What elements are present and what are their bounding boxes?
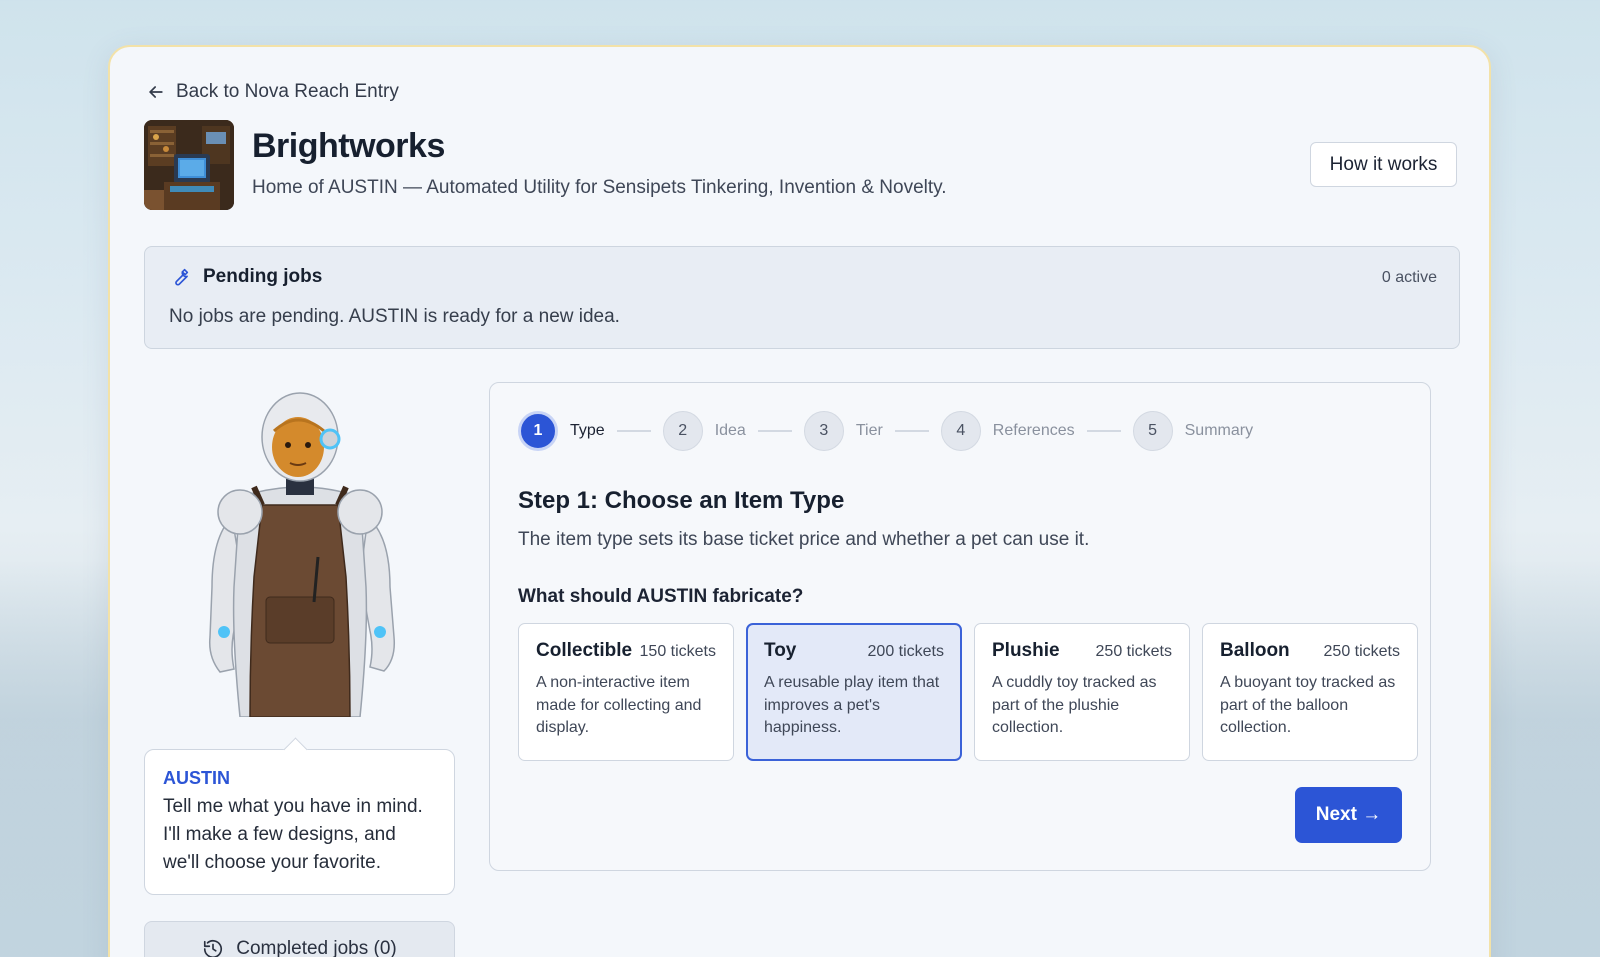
wrench-icon — [175, 268, 189, 286]
option-price: 150 tickets — [639, 643, 716, 660]
completed-jobs-label: Completed jobs (0) — [236, 938, 397, 957]
step-number: 1 — [518, 411, 558, 451]
pending-jobs-panel: Pending jobs 0 active No jobs are pendin… — [144, 246, 1460, 349]
option-price: 250 tickets — [1323, 643, 1400, 660]
step-connector — [757, 430, 792, 432]
wizard-stepper: 1 Type 2 Idea 3 Tier 4 References 5 Summ… — [518, 411, 1253, 451]
page-title: Brightworks — [252, 127, 445, 165]
step-idea[interactable]: 2 Idea — [662, 411, 746, 451]
option-price: 250 tickets — [1095, 643, 1172, 660]
step-references[interactable]: 4 References — [940, 411, 1075, 451]
step-label: Tier — [855, 422, 883, 439]
step-label: Type — [570, 422, 605, 439]
step-number: 3 — [803, 411, 844, 451]
workshop-illustration — [144, 120, 234, 210]
pending-jobs-message: No jobs are pending. AUSTIN is ready for… — [169, 306, 620, 327]
next-button[interactable]: Next → — [1295, 787, 1402, 843]
arrow-left-icon — [149, 86, 163, 98]
step-number: 4 — [940, 411, 981, 451]
austin-speech-bubble: AUSTIN Tell me what you have in mind. I'… — [144, 749, 455, 895]
option-collectible[interactable]: Collectible 150 tickets A non-interactiv… — [518, 623, 734, 761]
option-description: A buoyant toy tracked as part of the bal… — [1220, 674, 1396, 736]
step-connector — [616, 430, 651, 432]
workshop-thumbnail — [144, 120, 234, 210]
how-it-works-button[interactable]: How it works — [1310, 142, 1457, 187]
step-title: Step 1: Choose an Item Type — [518, 487, 845, 514]
option-name: Balloon — [1220, 640, 1290, 661]
step-summary[interactable]: 5 Summary — [1132, 411, 1254, 451]
option-description: A cuddly toy tracked as part of the plus… — [992, 674, 1157, 736]
back-link[interactable]: Back to Nova Reach Entry — [146, 81, 399, 103]
step-label: References — [992, 422, 1075, 439]
step-type[interactable]: 1 Type — [518, 411, 605, 451]
option-name: Toy — [764, 640, 797, 661]
option-plushie[interactable]: Plushie 250 tickets A cuddly toy tracked… — [974, 623, 1190, 761]
item-type-options: Collectible 150 tickets A non-interactiv… — [518, 623, 1418, 761]
step-description: The item type sets its base ticket price… — [518, 529, 1090, 550]
item-type-question: What should AUSTIN fabricate? — [518, 586, 804, 607]
pending-jobs-title: Pending jobs — [203, 266, 323, 287]
step-number: 5 — [1132, 411, 1173, 451]
step-label: Summary — [1184, 422, 1254, 439]
main-card: Back to Nova Reach Entry Brightworks Hom… — [108, 45, 1491, 957]
option-toy[interactable]: Toy 200 tickets A reusable play item tha… — [746, 623, 962, 761]
completed-jobs-button[interactable]: Completed jobs (0) — [144, 921, 455, 957]
step-number: 2 — [662, 411, 703, 451]
fabrication-wizard: 1 Type 2 Idea 3 Tier 4 References 5 Summ… — [489, 382, 1431, 871]
option-name: Collectible — [536, 640, 633, 661]
austin-robot-avatar — [190, 387, 410, 718]
pending-jobs-header: Pending jobs — [169, 266, 322, 288]
option-description: A non-interactive item made for collecti… — [536, 674, 702, 736]
step-tier[interactable]: 3 Tier — [803, 411, 883, 451]
option-name: Plushie — [992, 640, 1060, 661]
step-connector — [894, 430, 929, 432]
history-icon — [204, 940, 223, 957]
speech-text: Tell me what you have in mind. I'll make… — [163, 796, 423, 873]
back-link-label: Back to Nova Reach Entry — [176, 81, 399, 102]
page-subtitle: Home of AUSTIN — Automated Utility for S… — [252, 177, 947, 198]
speaker-name: AUSTIN — [163, 768, 230, 788]
option-balloon[interactable]: Balloon 250 tickets A buoyant toy tracke… — [1202, 623, 1418, 761]
pending-jobs-count: 0 active — [1381, 269, 1437, 286]
option-price: 200 tickets — [867, 643, 944, 660]
option-description: A reusable play item that improves a pet… — [764, 674, 940, 736]
step-label: Idea — [714, 422, 746, 439]
step-connector — [1086, 430, 1121, 432]
